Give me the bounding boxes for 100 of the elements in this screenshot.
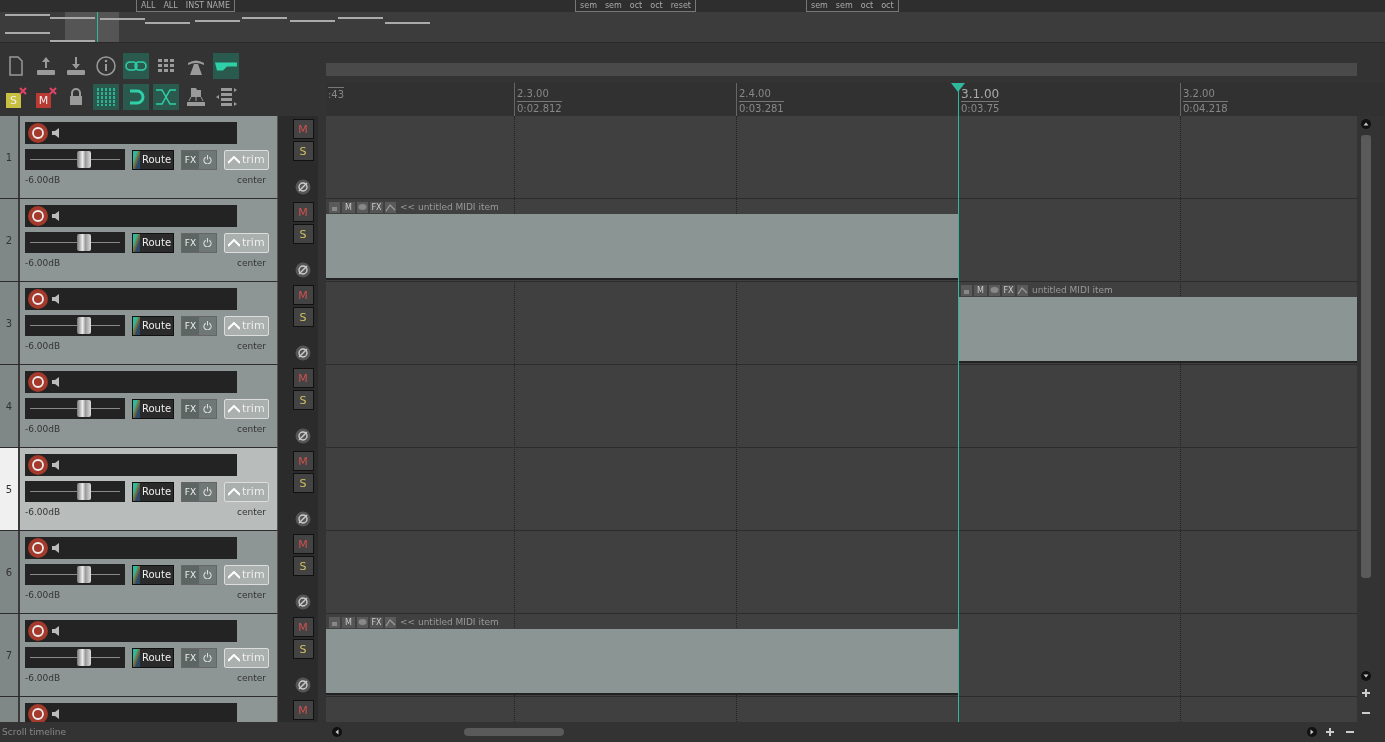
record-arm-button[interactable] xyxy=(27,122,49,144)
fx-button[interactable]: FX xyxy=(181,149,218,170)
phase-invert-icon[interactable] xyxy=(295,594,311,610)
track-name-field[interactable] xyxy=(25,371,237,393)
volume-fader[interactable] xyxy=(25,232,125,253)
phase-invert-icon[interactable] xyxy=(295,428,311,444)
fx-button[interactable]: FX xyxy=(181,481,218,502)
item-badge[interactable]: M xyxy=(974,284,987,296)
phase-invert-icon[interactable] xyxy=(295,677,311,693)
envelope-icon[interactable] xyxy=(385,616,396,628)
solo-button[interactable]: S xyxy=(292,307,314,327)
record-arm-button[interactable] xyxy=(27,205,49,227)
track-name-field[interactable] xyxy=(25,703,237,722)
record-arm-button[interactable] xyxy=(27,454,49,476)
volume-fader[interactable] xyxy=(25,398,125,419)
fader-thumb[interactable] xyxy=(77,151,91,168)
solo-button[interactable]: S xyxy=(292,473,314,493)
fader-thumb[interactable] xyxy=(77,566,91,583)
fader-thumb[interactable] xyxy=(77,649,91,666)
clear-button[interactable]: M xyxy=(33,84,59,110)
fx-button[interactable]: FX xyxy=(181,315,218,336)
fx-button[interactable]: FX xyxy=(181,232,218,253)
volume-fader[interactable] xyxy=(25,315,125,336)
track-name-field[interactable] xyxy=(25,205,237,227)
volume-fader[interactable] xyxy=(25,149,125,170)
toolbar-label[interactable]: ALL xyxy=(163,1,178,10)
route-button[interactable]: Route xyxy=(132,481,175,502)
envelope-button[interactable] xyxy=(213,53,239,79)
track-header[interactable]: 4 Route FX trim -6.00dB center xyxy=(0,365,278,448)
lock-icon[interactable] xyxy=(961,284,972,296)
volume-fader[interactable] xyxy=(25,564,125,585)
scroll-up-icon[interactable] xyxy=(1361,119,1371,129)
record-arm-button[interactable] xyxy=(27,703,49,722)
pitch-button[interactable]: oct xyxy=(629,1,643,10)
track-name-field[interactable] xyxy=(25,620,237,642)
track-header[interactable]: 5 Route FX trim -6.00dB center xyxy=(0,448,278,531)
lock-icon[interactable] xyxy=(329,201,340,213)
route-button[interactable]: Route xyxy=(132,315,175,336)
scroll-right-icon[interactable] xyxy=(1307,727,1317,737)
record-arm-button[interactable] xyxy=(27,537,49,559)
solo-button[interactable]: S xyxy=(292,141,314,161)
track-name-field[interactable] xyxy=(25,537,237,559)
lock-icon[interactable] xyxy=(329,616,340,628)
pitch-button[interactable]: sem xyxy=(604,1,622,10)
record-arm-button[interactable] xyxy=(27,620,49,642)
pitch-button[interactable]: sem xyxy=(810,1,828,10)
route-button[interactable]: Route xyxy=(132,232,175,253)
pitch-button[interactable]: sem xyxy=(835,1,853,10)
scroll-thumb[interactable] xyxy=(464,728,564,736)
route-button[interactable]: Route xyxy=(132,647,175,668)
solo-button[interactable]: S xyxy=(292,224,314,244)
track-header[interactable]: 3 Route FX trim -6.00dB center xyxy=(0,282,278,365)
toolbar-label[interactable]: ALL xyxy=(141,1,156,10)
solo-button[interactable]: S xyxy=(292,556,314,576)
phase-invert-icon[interactable] xyxy=(295,179,311,195)
route-button[interactable]: Route xyxy=(132,398,175,419)
record-arm-button[interactable] xyxy=(27,288,49,310)
fader-thumb[interactable] xyxy=(77,234,91,251)
scroll-left-icon[interactable] xyxy=(332,727,342,737)
link-button[interactable] xyxy=(123,53,149,79)
grid-lines-button[interactable] xyxy=(93,84,119,110)
fader-thumb[interactable] xyxy=(77,317,91,334)
pitch-button[interactable]: sem xyxy=(580,1,597,10)
track-name-field[interactable] xyxy=(25,122,237,144)
zoom-in-icon[interactable] xyxy=(1325,727,1335,737)
volume-fader[interactable] xyxy=(25,647,125,668)
comment-icon[interactable] xyxy=(357,201,368,213)
envelope-icon[interactable] xyxy=(385,201,396,213)
track-header[interactable]: 2 Route FX trim -6.00dB center xyxy=(0,199,278,282)
toolbar-label[interactable]: INST NAME xyxy=(185,1,231,10)
pitch-button[interactable]: reset xyxy=(670,1,691,10)
midi-item[interactable] xyxy=(958,297,1357,363)
fx-button[interactable]: FX xyxy=(181,647,218,668)
pitch-button[interactable]: oct xyxy=(860,1,874,10)
item-badge[interactable]: FX xyxy=(1002,284,1015,296)
zoom-in-icon[interactable] xyxy=(1361,688,1371,698)
volume-fader[interactable] xyxy=(25,481,125,502)
midi-item[interactable] xyxy=(326,214,958,280)
scroll-thumb[interactable] xyxy=(1361,135,1371,578)
crossfade-button[interactable] xyxy=(153,84,179,110)
track-name-field[interactable] xyxy=(25,454,237,476)
phase-invert-icon[interactable] xyxy=(295,345,311,361)
item-badge[interactable]: M xyxy=(342,201,355,213)
track-name-field[interactable] xyxy=(25,288,237,310)
track-header[interactable]: 7 Route FX trim -6.00dB center xyxy=(0,614,278,697)
route-button[interactable]: Route xyxy=(132,149,175,170)
fader-thumb[interactable] xyxy=(77,400,91,417)
info-button[interactable] xyxy=(93,53,119,79)
item-badge[interactable]: FX xyxy=(370,616,383,628)
comment-icon[interactable] xyxy=(989,284,1000,296)
route-button[interactable]: Route xyxy=(132,564,175,585)
scroll-down-icon[interactable] xyxy=(1361,671,1371,681)
midi-item[interactable] xyxy=(326,629,958,695)
solo-button[interactable]: S xyxy=(292,390,314,410)
comment-icon[interactable] xyxy=(357,616,368,628)
fx-button[interactable]: FX xyxy=(181,398,218,419)
phase-invert-icon[interactable] xyxy=(295,262,311,278)
envelope-icon[interactable] xyxy=(1017,284,1028,296)
record-arm-button[interactable] xyxy=(27,371,49,393)
track-header[interactable]: 1 Route FX trim -6.00dB center xyxy=(0,116,278,199)
